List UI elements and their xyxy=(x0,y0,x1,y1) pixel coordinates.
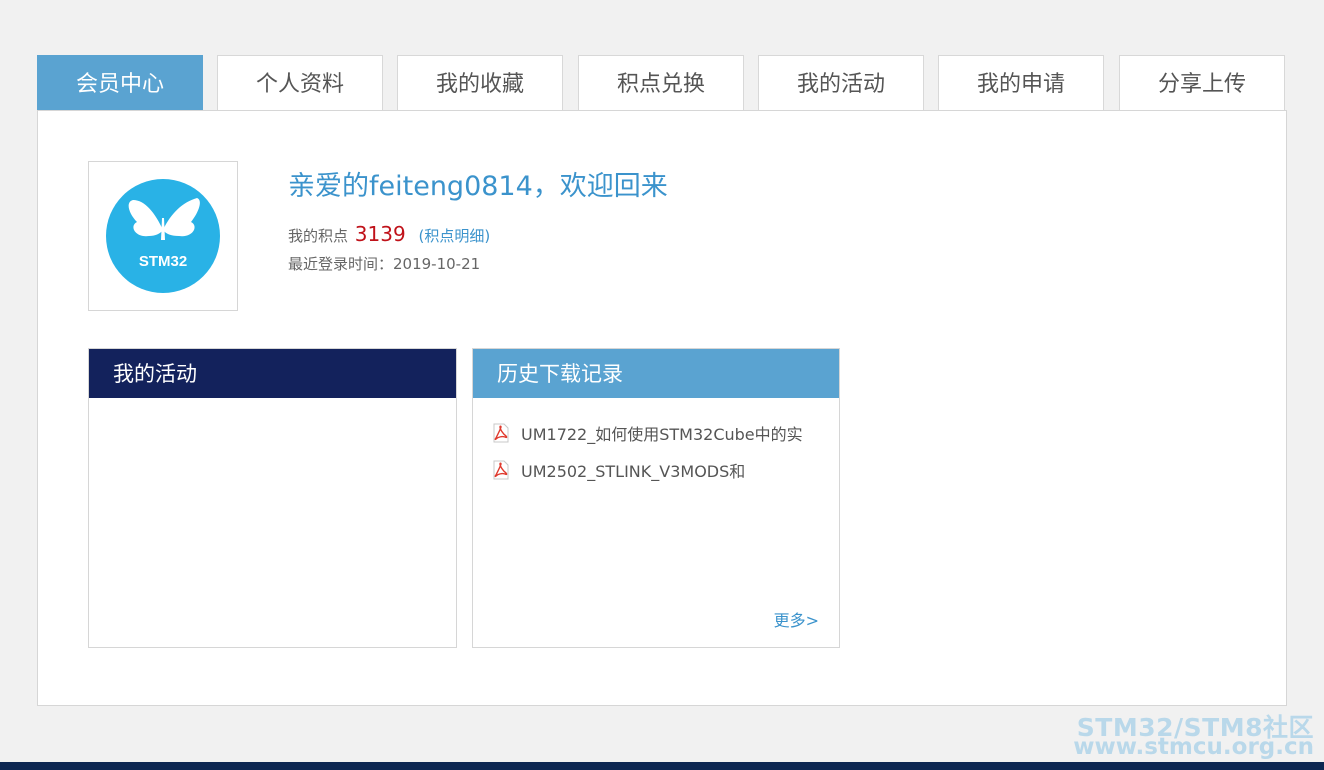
download-item[interactable]: UM1722_如何使用STM32Cube中的实 xyxy=(491,421,803,445)
more-link[interactable]: 更多> xyxy=(774,607,819,631)
last-login: 最近登录时间：2019-10-21 xyxy=(288,255,481,273)
download-item-name: UM1722_如何使用STM32Cube中的实 xyxy=(521,425,803,444)
tab-favorites[interactable]: 我的收藏 xyxy=(397,55,563,110)
download-item-name: UM2502_STLINK_V3MODS和 xyxy=(521,462,746,481)
my-activities-box: 我的活动 xyxy=(88,348,457,648)
tab-share-upload[interactable]: 分享上传 xyxy=(1119,55,1285,110)
points-paren-close: ) xyxy=(484,227,491,245)
welcome-message: 亲爱的feiteng0814，欢迎回来 xyxy=(288,171,668,202)
avatar[interactable]: STM32 xyxy=(88,161,238,311)
tab-points-exchange[interactable]: 积点兑换 xyxy=(578,55,744,110)
stm32-butterfly-logo-icon: STM32 xyxy=(106,179,220,293)
pdf-icon xyxy=(491,460,511,480)
tab-my-activities[interactable]: 我的活动 xyxy=(758,55,924,110)
download-history-box: 历史下载记录 UM1722_如何使用STM32Cube中的实 UM2502_ST… xyxy=(472,348,840,648)
member-tabs: 会员中心 个人资料 我的收藏 积点兑换 我的活动 我的申请 分享上传 xyxy=(37,55,1286,111)
points-detail-link[interactable]: 积点明细 xyxy=(424,227,484,245)
avatar-text: STM32 xyxy=(139,253,187,270)
tab-profile[interactable]: 个人资料 xyxy=(217,55,383,110)
points-row: 我的积点 3139 (积点明细) xyxy=(288,222,490,246)
download-history-title: 历史下载记录 xyxy=(473,349,839,398)
points-label: 我的积点 xyxy=(288,227,349,245)
download-item[interactable]: UM2502_STLINK_V3MODS和 xyxy=(491,458,745,482)
tab-my-applications[interactable]: 我的申请 xyxy=(938,55,1104,110)
tab-member-center[interactable]: 会员中心 xyxy=(37,55,203,110)
pdf-icon xyxy=(491,423,511,443)
footer-bar xyxy=(0,762,1324,770)
points-value: 3139 xyxy=(354,222,406,246)
watermark-url: www.stmcu.org.cn xyxy=(1073,734,1314,760)
my-activities-title: 我的活动 xyxy=(89,349,456,398)
